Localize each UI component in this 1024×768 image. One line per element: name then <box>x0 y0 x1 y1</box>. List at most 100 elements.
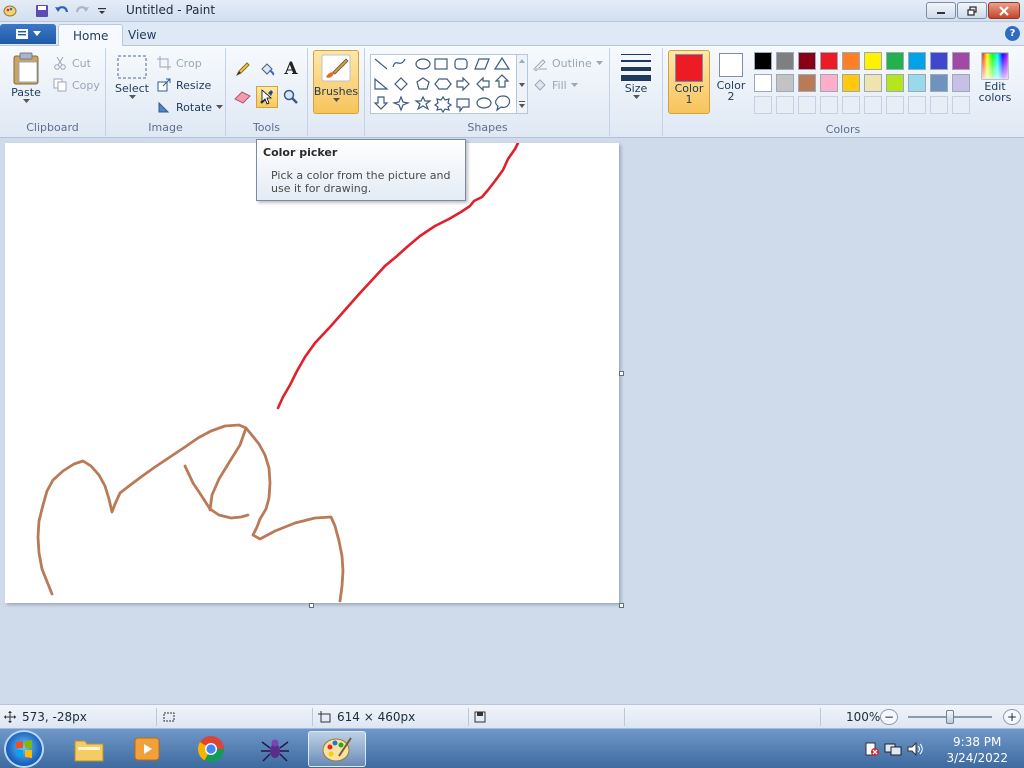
size-button[interactable]: Size <box>614 52 658 114</box>
brown-brush-stroke <box>36 423 345 603</box>
taskbar-media-player[interactable] <box>118 731 176 767</box>
canvas-resize-handle-bottom[interactable] <box>309 603 314 608</box>
clipboard-group: Paste Cut Copy Clipboard <box>0 48 106 136</box>
tools-group: A Tools <box>226 48 308 136</box>
shapes-scrollbar[interactable] <box>516 54 528 114</box>
status-separator <box>624 708 625 726</box>
palette-swatch[interactable] <box>864 74 882 92</box>
palette-swatch[interactable] <box>864 52 882 70</box>
palette-swatch[interactable] <box>820 74 838 92</box>
chevron-down-icon <box>632 95 640 99</box>
resize-icon <box>156 77 172 93</box>
zoom-level: 100% <box>846 710 881 724</box>
zoom-out-button[interactable]: − <box>880 709 898 725</box>
status-separator <box>820 708 821 726</box>
palette-swatch[interactable] <box>886 52 904 70</box>
taskbar-paint[interactable] <box>308 731 366 767</box>
quick-access-toolbar <box>2 2 110 20</box>
minimize-button[interactable] <box>926 2 956 19</box>
eraser-icon <box>234 91 251 104</box>
status-separator <box>312 708 313 726</box>
tray-network-icon[interactable] <box>884 741 902 760</box>
text-icon: A <box>284 59 298 79</box>
system-clock[interactable]: 9:38 PM 3/24/2022 <box>946 734 1008 766</box>
palette-swatch[interactable] <box>776 74 794 92</box>
palette-swatch[interactable] <box>798 74 816 92</box>
resize-button[interactable]: Resize <box>156 76 211 94</box>
palette-swatch[interactable] <box>754 74 772 92</box>
eraser-tool[interactable] <box>232 86 254 108</box>
copy-button[interactable]: Copy <box>52 76 100 94</box>
zoom-in-button[interactable]: + <box>1003 709 1021 725</box>
taskbar-explorer[interactable] <box>60 731 118 767</box>
palette-custom-slot[interactable] <box>820 96 838 114</box>
palette-custom-slot[interactable] <box>864 96 882 114</box>
paint-app-icon[interactable] <box>2 3 18 19</box>
brushes-button[interactable]: Brushes <box>313 50 359 114</box>
paint-menu-button[interactable] <box>0 24 56 44</box>
canvas-resize-handle-right[interactable] <box>619 371 624 376</box>
drawing-canvas[interactable] <box>5 143 619 603</box>
cut-button[interactable]: Cut <box>52 54 91 72</box>
palette-swatch[interactable] <box>908 52 926 70</box>
palette-swatch[interactable] <box>952 74 970 92</box>
close-button[interactable] <box>988 2 1020 19</box>
palette-swatch[interactable] <box>798 52 816 70</box>
palette-custom-slot[interactable] <box>886 96 904 114</box>
tab-view[interactable]: View <box>114 24 170 46</box>
palette-swatch[interactable] <box>886 74 904 92</box>
chevron-down-icon <box>216 104 224 109</box>
crop-button[interactable]: Crop <box>156 54 202 72</box>
select-button[interactable]: Select <box>112 52 152 114</box>
palette-custom-slot[interactable] <box>930 96 948 114</box>
outline-button[interactable]: Outline <box>532 54 603 72</box>
shapes-group: Outline Fill Shapes <box>366 48 610 136</box>
palette-swatch[interactable] <box>908 74 926 92</box>
zoom-slider-thumb[interactable] <box>946 710 954 724</box>
palette-swatch[interactable] <box>842 52 860 70</box>
palette-custom-slot[interactable] <box>842 96 860 114</box>
palette-swatch[interactable] <box>754 52 772 70</box>
palette-custom-slot[interactable] <box>754 96 772 114</box>
paste-icon <box>13 52 39 85</box>
palette-swatch[interactable] <box>930 52 948 70</box>
palette-custom-slot[interactable] <box>908 96 926 114</box>
tray-volume-icon[interactable] <box>906 741 924 760</box>
fill-button[interactable]: Fill <box>532 76 578 94</box>
chevron-down-icon <box>570 82 578 87</box>
palette-custom-slot[interactable] <box>952 96 970 114</box>
canvas-size-icon <box>318 711 331 723</box>
rotate-button[interactable]: Rotate <box>156 98 224 116</box>
paste-button[interactable]: Paste <box>6 52 46 112</box>
palette-swatch[interactable] <box>820 52 838 70</box>
text-tool[interactable]: A <box>280 58 302 80</box>
restore-button[interactable] <box>957 2 987 19</box>
start-button[interactable] <box>4 730 44 768</box>
status-separator <box>468 708 469 726</box>
redo-icon[interactable] <box>74 3 90 19</box>
system-tray: 9:38 PM 3/24/2022 <box>854 729 1024 768</box>
undo-icon[interactable] <box>54 3 70 19</box>
group-divider <box>364 48 365 136</box>
palette-custom-slot[interactable] <box>776 96 794 114</box>
palette-swatch[interactable] <box>842 74 860 92</box>
customize-qat-icon[interactable] <box>94 3 110 19</box>
color-picker-tool[interactable] <box>256 86 278 108</box>
rotate-icon <box>156 99 172 115</box>
taskbar-chrome[interactable] <box>182 731 240 767</box>
palette-swatch[interactable] <box>776 52 794 70</box>
save-icon[interactable] <box>34 3 50 19</box>
canvas-resize-handle-corner[interactable] <box>619 603 624 608</box>
palette-custom-slot[interactable] <box>798 96 816 114</box>
paste-label: Paste <box>11 86 41 99</box>
help-icon[interactable]: ? <box>1005 26 1020 41</box>
select-icon <box>117 55 147 79</box>
palette-swatch[interactable] <box>952 52 970 70</box>
magnifier-tool[interactable] <box>280 86 302 108</box>
taskbar-spider-app[interactable] <box>246 731 304 767</box>
palette-swatch[interactable] <box>930 74 948 92</box>
pencil-tool[interactable] <box>232 58 254 80</box>
fill-tool[interactable] <box>256 58 278 80</box>
taskbar: 9:38 PM 3/24/2022 <box>0 728 1024 768</box>
tray-action-center-icon[interactable] <box>864 741 880 760</box>
